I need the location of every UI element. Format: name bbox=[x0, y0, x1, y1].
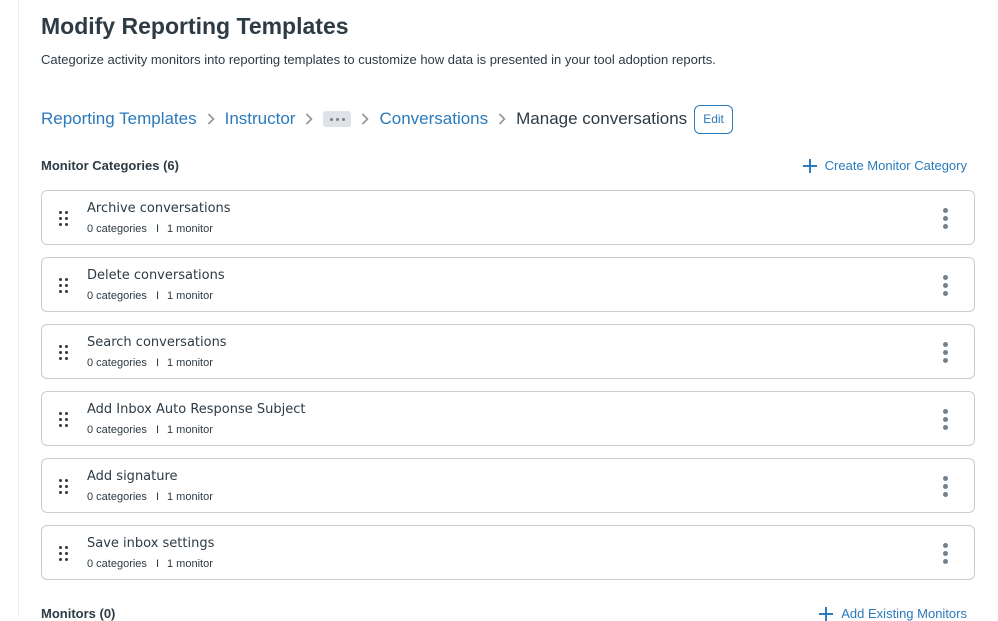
monitor-category-meta: 0 categories I 1 monitor bbox=[87, 491, 213, 503]
chevron-right-icon bbox=[207, 113, 215, 125]
meta-separator: I bbox=[155, 491, 159, 503]
plus-icon bbox=[819, 606, 834, 621]
category-count: 0 categories bbox=[87, 491, 147, 503]
breadcrumb-instructor[interactable]: Instructor bbox=[225, 109, 296, 129]
meta-separator: I bbox=[155, 290, 159, 302]
monitor-category-meta: 0 categories I 1 monitor bbox=[87, 357, 213, 369]
category-count: 0 categories bbox=[87, 290, 147, 302]
monitor-category-card[interactable]: Add signature 0 categories I 1 monitor bbox=[41, 458, 975, 513]
kebab-menu-icon[interactable] bbox=[941, 275, 949, 297]
monitor-category-card[interactable]: Add Inbox Auto Response Subject 0 categor… bbox=[41, 391, 975, 446]
drag-handle-icon[interactable] bbox=[59, 211, 71, 226]
monitors-section-title: Monitors (0) bbox=[41, 606, 116, 621]
kebab-menu-icon[interactable] bbox=[941, 476, 949, 498]
meta-separator: I bbox=[155, 357, 159, 369]
add-existing-monitors-button[interactable]: Add Existing Monitors bbox=[819, 606, 967, 621]
monitor-count: 1 monitor bbox=[167, 290, 213, 302]
drag-handle-icon[interactable] bbox=[59, 278, 71, 293]
breadcrumb-overflow-ellipsis-icon[interactable] bbox=[323, 111, 352, 127]
drag-handle-icon[interactable] bbox=[59, 479, 71, 494]
breadcrumb: Reporting Templates Instructor Conversat… bbox=[41, 103, 733, 135]
kebab-menu-icon[interactable] bbox=[941, 543, 949, 565]
page-description: Categorize activity monitors into report… bbox=[41, 52, 716, 67]
categories-section-title: Monitor Categories (6) bbox=[41, 158, 179, 173]
chevron-right-icon bbox=[305, 113, 314, 125]
meta-separator: I bbox=[155, 558, 159, 570]
monitor-category-name: Archive conversations bbox=[87, 201, 231, 216]
monitor-category-name: Search conversations bbox=[87, 335, 227, 350]
breadcrumb-current: Manage conversations bbox=[516, 109, 688, 128]
monitor-category-card[interactable]: Archive conversations 0 categories I 1 moni… bbox=[41, 190, 975, 245]
monitor-category-meta: 0 categories I 1 monitor bbox=[87, 223, 213, 235]
monitor-category-meta: 0 categories I 1 monitor bbox=[87, 558, 213, 570]
monitor-category-name: Save inbox settings bbox=[87, 536, 215, 551]
monitor-category-name: Add Inbox Auto Response Subject bbox=[87, 402, 306, 417]
category-count: 0 categories bbox=[87, 357, 147, 369]
monitor-category-meta: 0 categories I 1 monitor bbox=[87, 424, 213, 436]
chevron-right-icon bbox=[498, 113, 506, 125]
edit-button[interactable]: Edit bbox=[694, 104, 733, 134]
add-existing-monitors-label: Add Existing Monitors bbox=[841, 606, 967, 621]
breadcrumb-reporting-templates[interactable]: Reporting Templates bbox=[41, 109, 197, 129]
monitor-count: 1 monitor bbox=[167, 491, 213, 503]
drag-handle-icon[interactable] bbox=[59, 345, 71, 360]
monitor-count: 1 monitor bbox=[167, 223, 213, 235]
page-left-border bbox=[18, 0, 19, 617]
create-monitor-category-button[interactable]: Create Monitor Category bbox=[802, 158, 967, 173]
kebab-menu-icon[interactable] bbox=[941, 342, 949, 364]
chevron-right-icon bbox=[361, 113, 370, 125]
plus-icon bbox=[802, 158, 817, 173]
monitor-count: 1 monitor bbox=[167, 424, 213, 436]
monitor-count: 1 monitor bbox=[167, 357, 213, 369]
monitor-category-list: Archive conversations 0 categories I 1 moni… bbox=[41, 190, 975, 592]
meta-separator: I bbox=[155, 223, 159, 235]
page-title: Modify Reporting Templates bbox=[41, 13, 349, 39]
monitor-category-name: Delete conversations bbox=[87, 268, 225, 283]
category-count: 0 categories bbox=[87, 424, 147, 436]
category-count: 0 categories bbox=[87, 558, 147, 570]
drag-handle-icon[interactable] bbox=[59, 546, 71, 561]
meta-separator: I bbox=[155, 424, 159, 436]
monitor-category-card[interactable]: Delete conversations 0 categories I 1 monit… bbox=[41, 257, 975, 312]
monitor-category-card[interactable]: Save inbox settings 0 categories I 1 monito… bbox=[41, 525, 975, 580]
monitor-category-name: Add signature bbox=[87, 469, 178, 484]
breadcrumb-conversations[interactable]: Conversations bbox=[379, 109, 488, 129]
category-count: 0 categories bbox=[87, 223, 147, 235]
monitor-count: 1 monitor bbox=[167, 558, 213, 570]
monitors-header: Monitors (0) Add Existing Monitors bbox=[41, 606, 967, 621]
categories-header: Monitor Categories (6) Create Monitor Ca… bbox=[41, 158, 967, 173]
monitor-category-meta: 0 categories I 1 monitor bbox=[87, 290, 213, 302]
kebab-menu-icon[interactable] bbox=[941, 409, 949, 431]
drag-handle-icon[interactable] bbox=[59, 412, 71, 427]
kebab-menu-icon[interactable] bbox=[941, 208, 949, 230]
monitor-category-card[interactable]: Search conversations 0 categories I 1 monit… bbox=[41, 324, 975, 379]
create-monitor-category-label: Create Monitor Category bbox=[824, 158, 967, 173]
